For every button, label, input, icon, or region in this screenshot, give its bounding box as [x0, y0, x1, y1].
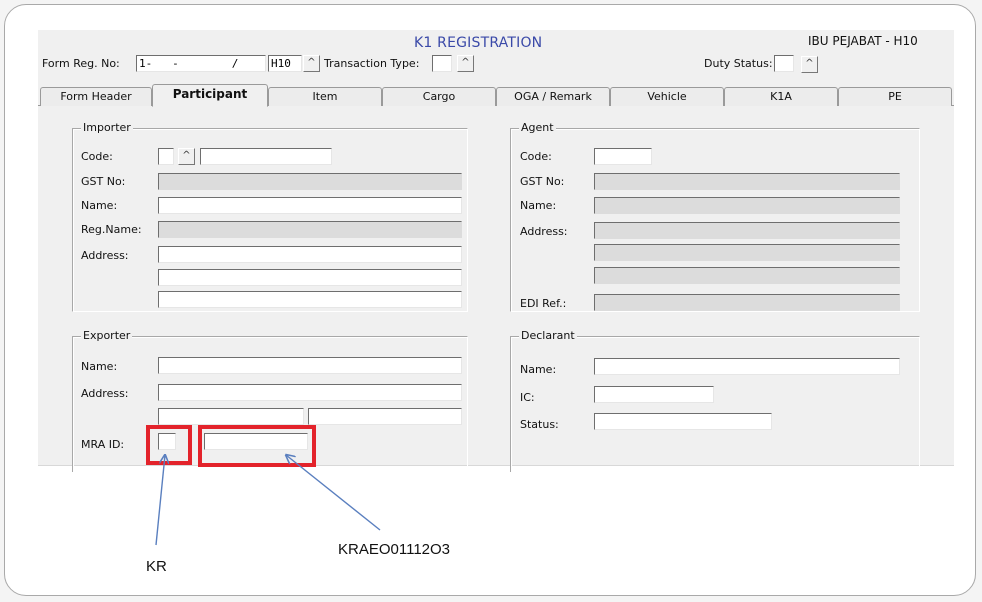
exporter-address-line3-input[interactable]: [308, 408, 462, 425]
agent-edi-field: [594, 294, 900, 311]
exporter-title: Exporter: [81, 329, 133, 342]
tab-form-header[interactable]: Form Header: [40, 87, 152, 106]
declarant-ic-input[interactable]: [594, 386, 714, 403]
agent-title: Agent: [519, 121, 556, 134]
k1-registration-window: K1 REGISTRATION IBU PEJABAT - H10 Form R…: [38, 30, 954, 472]
agent-address-line2-field: [594, 244, 900, 261]
duty-status-input[interactable]: [774, 55, 794, 72]
agent-edi-label: EDI Ref.:: [520, 297, 567, 310]
tab-cargo[interactable]: Cargo: [382, 87, 496, 106]
importer-code-detail-input[interactable]: [200, 148, 332, 165]
mra-prefix-highlight: [146, 425, 192, 465]
declarant-ic-label: IC:: [520, 391, 535, 404]
form-reg-label: Form Reg. No:: [42, 57, 120, 70]
importer-address-line1-input[interactable]: [158, 246, 462, 263]
importer-name-label: Name:: [81, 199, 118, 212]
duty-status-lookup-button[interactable]: ^: [801, 56, 818, 73]
mra-number-highlight: [198, 425, 316, 467]
importer-code-lookup-button[interactable]: ^: [178, 148, 195, 165]
form-reg-lookup-button[interactable]: ^: [303, 55, 320, 72]
agent-address-line1-field: [594, 222, 900, 239]
window-title: K1 REGISTRATION: [414, 35, 543, 51]
agent-gst-label: GST No:: [520, 175, 565, 188]
declarant-group: Declarant: [510, 329, 920, 472]
declarant-status-input[interactable]: [594, 413, 772, 430]
exporter-address-label: Address:: [81, 387, 129, 400]
tab-bar: Form Header Participant Item Cargo OGA /…: [38, 84, 954, 107]
form-reg-input[interactable]: 1- - /: [136, 55, 266, 72]
importer-gst-field: [158, 173, 462, 190]
tab-pe[interactable]: PE: [838, 87, 952, 106]
transaction-type-label: Transaction Type:: [324, 57, 420, 70]
declarant-name-input[interactable]: [594, 358, 900, 375]
importer-address-line2-input[interactable]: [158, 269, 462, 286]
tab-participant[interactable]: Participant: [152, 84, 268, 107]
agent-group: Agent: [510, 121, 920, 312]
importer-code-input[interactable]: [158, 148, 174, 165]
importer-title: Importer: [81, 121, 133, 134]
office-label: IBU PEJABAT - H10: [808, 34, 918, 48]
annotation-mra-number: KRAEO01112O3: [338, 541, 451, 558]
importer-code-label: Code:: [81, 150, 113, 163]
transaction-type-lookup-button[interactable]: ^: [457, 55, 474, 72]
exporter-name-input[interactable]: [158, 357, 462, 374]
tab-oga-remark[interactable]: OGA / Remark: [496, 87, 610, 106]
declarant-status-label: Status:: [520, 418, 559, 431]
declarant-name-label: Name:: [520, 363, 557, 376]
importer-gst-label: GST No:: [81, 175, 126, 188]
agent-code-input[interactable]: [594, 148, 652, 165]
agent-name-label: Name:: [520, 199, 557, 212]
importer-reg-name-label: Reg.Name:: [81, 223, 142, 236]
tab-vehicle[interactable]: Vehicle: [610, 87, 724, 106]
importer-address-label: Address:: [81, 249, 129, 262]
tab-item[interactable]: Item: [268, 87, 382, 106]
importer-reg-name-field: [158, 221, 462, 238]
exporter-name-label: Name:: [81, 360, 118, 373]
duty-status-label: Duty Status:: [704, 57, 773, 70]
exporter-mra-label: MRA ID:: [81, 438, 125, 451]
exporter-address-line2-input[interactable]: [158, 408, 304, 425]
form-reg-code-input[interactable]: H10: [268, 55, 302, 72]
exporter-address-line1-input[interactable]: [158, 384, 462, 401]
annotation-kr: KR: [146, 558, 167, 575]
agent-gst-field: [594, 173, 900, 190]
importer-address-line3-input[interactable]: [158, 291, 462, 308]
transaction-type-input[interactable]: [432, 55, 452, 72]
agent-address-line3-field: [594, 267, 900, 284]
tab-k1a[interactable]: K1A: [724, 87, 838, 106]
agent-name-field: [594, 197, 900, 214]
agent-address-label: Address:: [520, 225, 568, 238]
importer-name-input[interactable]: [158, 197, 462, 214]
agent-code-label: Code:: [520, 150, 552, 163]
declarant-title: Declarant: [519, 329, 577, 342]
